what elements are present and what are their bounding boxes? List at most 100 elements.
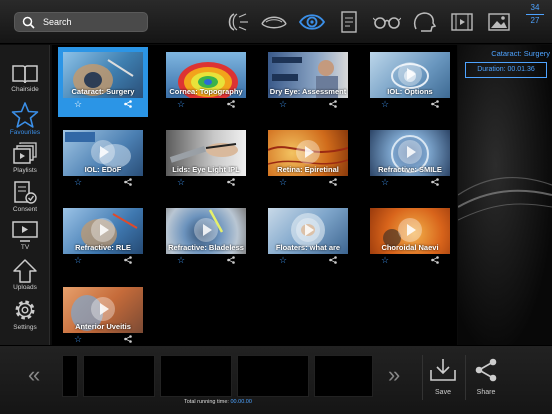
star-icon[interactable]: ☆ — [381, 99, 389, 110]
playlist-slot[interactable] — [314, 355, 373, 397]
star-icon[interactable]: ☆ — [279, 99, 287, 110]
lens-icon[interactable] — [218, 10, 256, 34]
video-tile[interactable]: Lids: Eye Light IPL ☆ — [161, 125, 251, 195]
share-icon[interactable] — [124, 256, 132, 264]
star-icon[interactable]: ☆ — [177, 99, 185, 110]
search-field[interactable]: Search — [14, 12, 148, 32]
duration-box: Duration: 00.01.36 — [465, 62, 547, 78]
share-icon[interactable] — [124, 178, 132, 186]
head-profile-icon[interactable] — [406, 10, 444, 34]
video-tile[interactable]: Floaters: what are ☆ — [263, 203, 353, 273]
contact-lens-icon[interactable] — [256, 10, 294, 34]
video-title: Dry Eye: Assessment — [269, 87, 347, 96]
video-tile[interactable]: Choroidal Naevi ☆ — [365, 203, 455, 273]
star-icon[interactable]: ☆ — [74, 255, 82, 266]
sidebar-item-chairside[interactable]: Chairside — [0, 63, 50, 103]
video-tile[interactable]: Dry Eye: Assessment ☆ — [263, 47, 353, 117]
video-tile[interactable]: Anterior Uveitis ☆ — [58, 282, 148, 352]
share-icon — [475, 358, 497, 382]
background-swoosh — [458, 177, 552, 221]
playlist-bar: « » Total running time: 00.00.00 Save Sh… — [0, 345, 552, 414]
video-tile[interactable]: Retina: Epiretinal ☆ — [263, 125, 353, 195]
share-icon[interactable] — [431, 178, 439, 186]
star-icon[interactable]: ☆ — [74, 334, 82, 345]
share-icon[interactable] — [329, 256, 337, 264]
video-tile[interactable]: IOL: EDoF ☆ — [58, 125, 148, 195]
star-icon[interactable]: ☆ — [279, 177, 287, 188]
sidebar-item-consent[interactable]: Consent — [0, 181, 50, 221]
playlist-slot[interactable] — [160, 355, 232, 397]
top-toolbar: Search 34 27 — [0, 0, 552, 44]
sidebar-item-uploads[interactable]: Uploads — [0, 259, 50, 299]
counter-current: 27 — [530, 16, 540, 25]
video-tile[interactable]: Refractive: Bladeless ☆ — [161, 203, 251, 273]
star-icon[interactable]: ☆ — [381, 255, 389, 266]
share-button[interactable]: Share — [466, 358, 506, 396]
save-button[interactable]: Save — [423, 358, 463, 396]
share-icon[interactable] — [329, 178, 337, 186]
sidebar-item-label: Settings — [13, 324, 37, 331]
previous-arrow-icon[interactable]: « — [28, 362, 40, 388]
star-icon[interactable]: ☆ — [74, 177, 82, 188]
sidebar-item-label: Favourites — [9, 129, 41, 136]
star-icon[interactable]: ☆ — [279, 255, 287, 266]
share-icon[interactable] — [227, 178, 235, 186]
next-arrow-icon[interactable]: » — [388, 362, 400, 388]
playlist-slot[interactable] — [237, 355, 309, 397]
video-title: Floaters: what are — [275, 243, 341, 252]
share-icon[interactable] — [227, 100, 235, 108]
video-title: Anterior Uveitis — [75, 322, 131, 331]
item-counter[interactable]: 34 27 — [524, 4, 546, 34]
star-icon[interactable]: ☆ — [74, 99, 82, 110]
sidebar: Chairside Favourites Playlists Consent T… — [0, 45, 50, 345]
playlist-slot[interactable] — [62, 355, 78, 397]
share-icon[interactable] — [329, 100, 337, 108]
star-icon[interactable]: ☆ — [177, 255, 185, 266]
playlist-slot[interactable] — [83, 355, 155, 397]
share-icon[interactable] — [124, 100, 132, 108]
film-icon[interactable] — [443, 10, 481, 34]
share-icon[interactable] — [227, 256, 235, 264]
sidebar-item-tv[interactable]: TV — [0, 221, 50, 261]
video-tile[interactable]: IOL: Options ☆ — [365, 47, 455, 117]
share-icon[interactable] — [431, 100, 439, 108]
sidebar-item-label: Chairside — [11, 86, 39, 93]
video-tile[interactable]: Cataract: Surgery ☆ — [58, 47, 148, 117]
sidebar-item-label: Uploads — [13, 284, 37, 291]
star-icon[interactable]: ☆ — [177, 177, 185, 188]
video-tile[interactable]: Refractive: SMILE ☆ — [365, 125, 455, 195]
star-icon — [11, 102, 39, 128]
video-grid: Cataract: Surgery ☆ Cornea: Topography ☆… — [52, 45, 457, 352]
video-title: IOL: Options — [387, 87, 433, 96]
video-tile[interactable]: Refractive: RLE ☆ — [58, 203, 148, 273]
category-icons — [218, 10, 518, 34]
video-title: Choroidal Naevi — [381, 243, 439, 252]
sidebar-item-settings[interactable]: Settings — [0, 297, 50, 337]
document-icon[interactable] — [331, 10, 369, 34]
sidebar-item-label: Consent — [12, 206, 38, 213]
preview-panel: Cataract: Surgery Duration: 00.01.36 — [458, 45, 552, 345]
tv-icon — [12, 221, 38, 242]
consent-icon — [14, 181, 37, 204]
video-title: Refractive: SMILE — [378, 165, 442, 174]
preview-title: Cataract: Surgery — [491, 49, 550, 58]
sidebar-item-favourites[interactable]: Favourites — [0, 102, 50, 142]
upload-icon — [13, 259, 37, 283]
video-title: Cataract: Surgery — [71, 87, 135, 96]
eye-icon[interactable] — [293, 10, 331, 34]
sidebar-item-label: Playlists — [13, 167, 37, 174]
sidebar-item-playlists[interactable]: Playlists — [0, 142, 50, 182]
share-icon[interactable] — [431, 256, 439, 264]
playlist-icon — [13, 142, 37, 164]
glasses-icon[interactable] — [368, 10, 406, 34]
search-placeholder: Search — [43, 17, 72, 27]
video-title: Cornea: Topography — [169, 87, 243, 96]
star-icon[interactable]: ☆ — [381, 177, 389, 188]
video-tile[interactable]: Cornea: Topography ☆ — [161, 47, 251, 117]
save-label: Save — [435, 389, 451, 396]
counter-total: 34 — [530, 3, 540, 12]
share-icon[interactable] — [124, 335, 132, 343]
total-value: 00.00.00 — [230, 399, 252, 405]
sidebar-item-label: TV — [20, 244, 30, 251]
image-icon[interactable] — [481, 10, 519, 34]
